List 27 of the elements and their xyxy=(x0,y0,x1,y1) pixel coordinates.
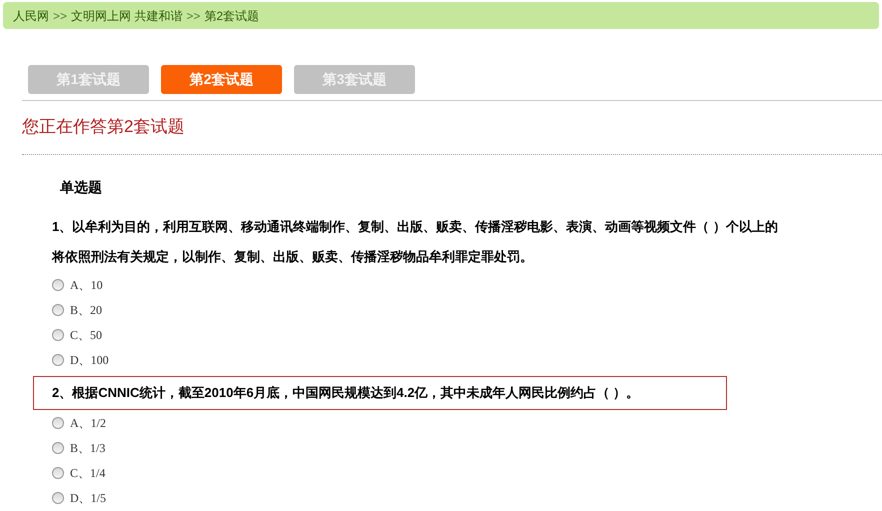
radio-button[interactable] xyxy=(52,466,64,478)
question-text: 2、根据CNNIC统计，截至2010年6月底，中国网民规模达到4.2亿，其中未成年人网民比例约占（ ）。 xyxy=(52,384,640,402)
page-heading: 您正在作答第2套试题 xyxy=(22,116,184,138)
radio-button[interactable] xyxy=(52,492,64,504)
option-label: A、10 xyxy=(70,276,103,294)
question-text: 将依照刑法有关规定，以制作、复制、出版、贩卖、传播淫秽物品牟利罪定罪处罚。 xyxy=(52,248,533,266)
breadcrumb-link[interactable]: 文明网上网 共建和谐 xyxy=(71,6,182,24)
radio-button[interactable] xyxy=(52,442,64,454)
option-label: D、1/5 xyxy=(70,490,106,506)
option-label: A、1/2 xyxy=(70,414,106,432)
option-label: C、50 xyxy=(70,326,102,344)
option-label: D、100 xyxy=(70,352,109,368)
radio-button[interactable] xyxy=(52,304,64,316)
question-text: 1、以牟利为目的，利用互联网、移动通讯终端制作、复制、出版、贩卖、传播淫秽电影、表演、动画等视频文件（ ）个以上的 xyxy=(52,218,778,236)
breadcrumb-separator: >> xyxy=(53,8,68,24)
option-label: B、20 xyxy=(70,302,102,318)
breadcrumb-separator: >> xyxy=(186,8,200,24)
radio-button[interactable] xyxy=(52,416,64,428)
option-label: B、1/3 xyxy=(70,440,106,456)
radio-button[interactable] xyxy=(52,328,64,340)
option-label: C、1/4 xyxy=(70,464,106,482)
breadcrumb-link[interactable]: 第2套试题 xyxy=(204,6,260,24)
tab[interactable]: 第2套试题 xyxy=(161,65,282,94)
breadcrumb-link[interactable]: 人民网 xyxy=(13,6,49,24)
section-title: 单选题 xyxy=(60,178,102,197)
radio-button[interactable] xyxy=(52,278,64,290)
radio-button[interactable] xyxy=(52,354,64,366)
